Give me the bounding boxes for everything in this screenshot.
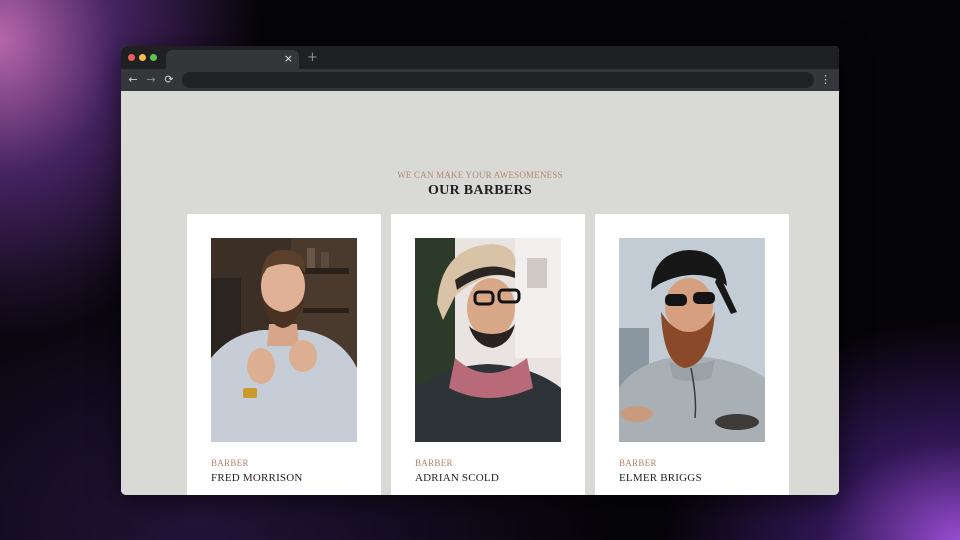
barber-card[interactable]: BARBER FRED MORRISON bbox=[187, 214, 381, 495]
barber-role: BARBER bbox=[211, 458, 249, 468]
barber-photo bbox=[619, 238, 765, 442]
browser-tab[interactable]: × bbox=[166, 50, 299, 69]
close-window-button[interactable] bbox=[128, 54, 135, 61]
barber-card[interactable]: BARBER ELMER BRIGGS bbox=[595, 214, 789, 495]
address-bar[interactable] bbox=[182, 72, 814, 88]
barber-photo bbox=[415, 238, 561, 442]
new-tab-icon[interactable]: + bbox=[307, 51, 318, 65]
reload-icon[interactable]: ⟳ bbox=[162, 72, 176, 88]
section-title: OUR BARBERS bbox=[427, 183, 533, 198]
barber-role: BARBER bbox=[619, 458, 657, 468]
barber-name[interactable]: ADRIAN SCOLD bbox=[415, 472, 499, 484]
forward-arrow-icon[interactable]: → bbox=[144, 72, 158, 88]
browser-window: × + ← → ⟳ ⋮ WE CAN MAKE YOUR AWESOMENESS… bbox=[121, 46, 839, 495]
barber-card[interactable]: BARBER ADRIAN SCOLD bbox=[391, 214, 585, 495]
tab-bar: × + bbox=[121, 46, 839, 69]
barbers-page: WE CAN MAKE YOUR AWESOMENESS OUR BARBERS bbox=[121, 91, 839, 495]
section-eyebrow: WE CAN MAKE YOUR AWESOMENESS bbox=[397, 170, 563, 180]
kebab-menu-icon[interactable]: ⋮ bbox=[820, 72, 831, 88]
browser-toolbar: ← → ⟳ ⋮ bbox=[121, 69, 839, 91]
barber-role: BARBER bbox=[415, 458, 453, 468]
minimize-window-button[interactable] bbox=[139, 54, 146, 61]
barber-name[interactable]: ELMER BRIGGS bbox=[619, 472, 702, 484]
barber-photo bbox=[211, 238, 357, 442]
maximize-window-button[interactable] bbox=[150, 54, 157, 61]
tab-close-icon[interactable]: × bbox=[284, 52, 293, 66]
barber-name[interactable]: FRED MORRISON bbox=[211, 472, 303, 484]
back-arrow-icon[interactable]: ← bbox=[126, 72, 140, 88]
